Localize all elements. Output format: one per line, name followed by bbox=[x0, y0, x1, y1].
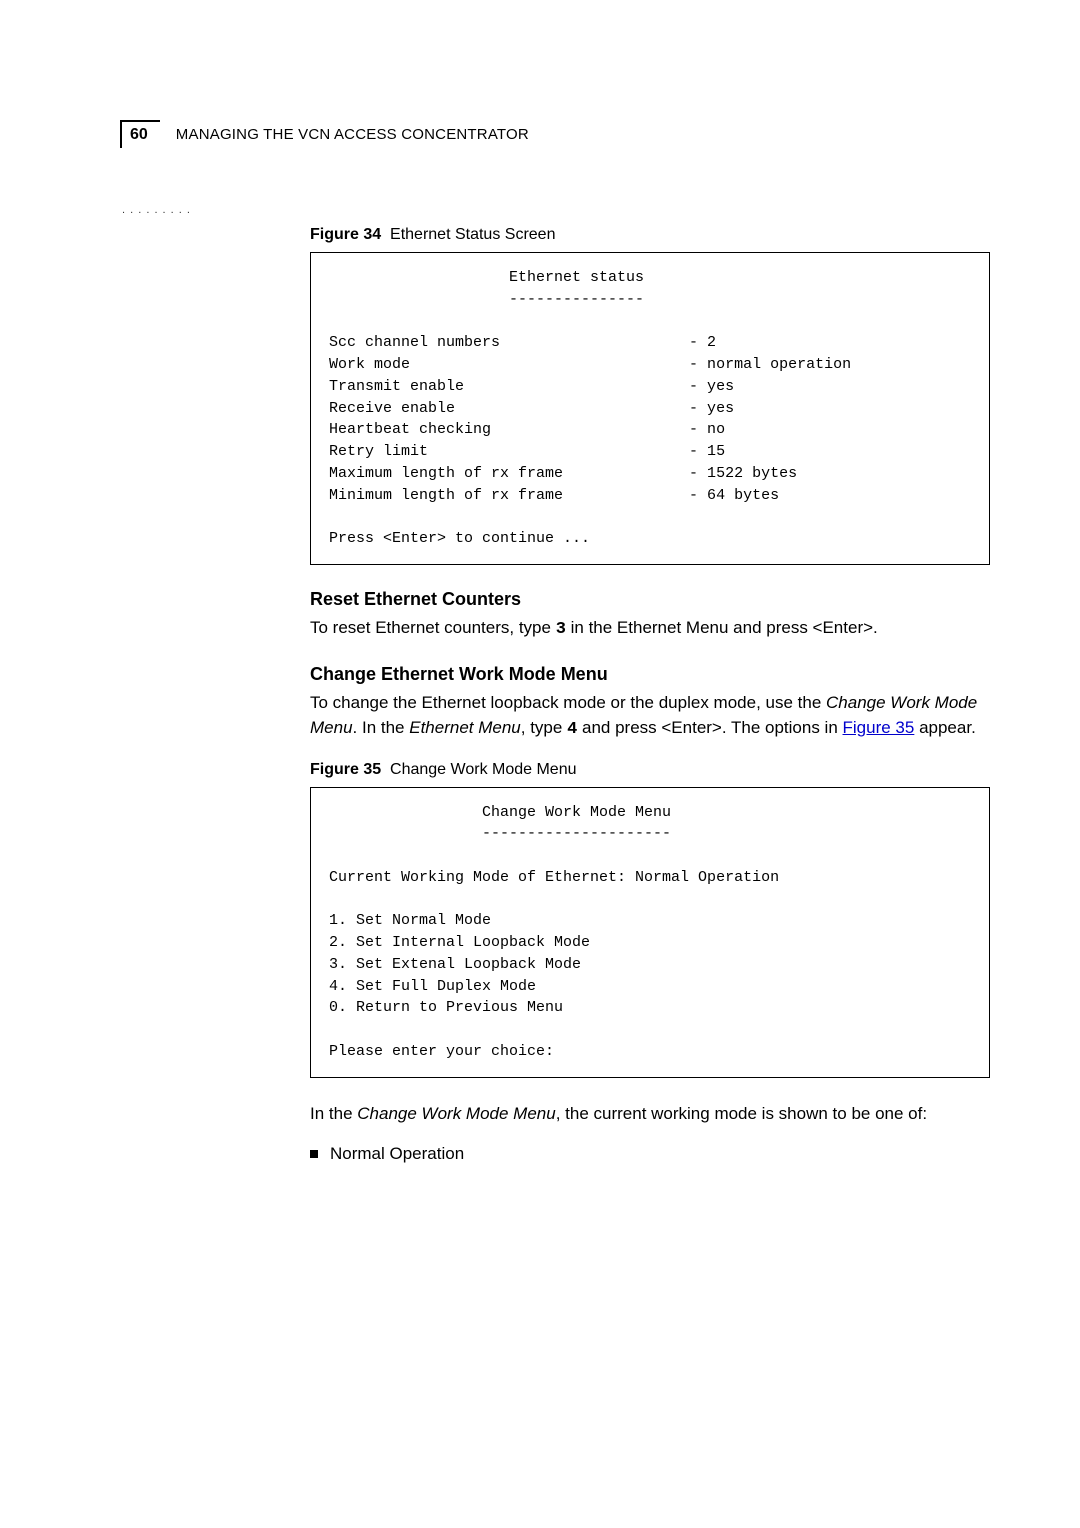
page-header: 60 MANAGING THE VCN ACCESS CONCENTRATOR … bbox=[120, 120, 990, 216]
page-number-box: 60 bbox=[120, 120, 160, 148]
figure-35-title: Change Work Mode Menu bbox=[390, 761, 576, 778]
content-column: Figure 34 Ethernet Status Screen Etherne… bbox=[310, 226, 990, 1164]
figure-34-box: Ethernet status --------------- Scc chan… bbox=[310, 252, 990, 565]
change-body: To change the Ethernet loopback mode or … bbox=[310, 691, 990, 742]
figure-34-title: Ethernet Status Screen bbox=[390, 226, 555, 243]
change-heading: Change Ethernet Work Mode Menu bbox=[310, 664, 990, 685]
header-row: 60 MANAGING THE VCN ACCESS CONCENTRATOR bbox=[120, 120, 990, 148]
figure-35-caption: Figure 35 Change Work Mode Menu bbox=[310, 761, 990, 779]
running-head: MANAGING THE VCN ACCESS CONCENTRATOR bbox=[176, 126, 529, 143]
figure-34-caption: Figure 34 Ethernet Status Screen bbox=[310, 226, 990, 244]
page-number: 60 bbox=[130, 126, 148, 143]
footer-paragraph: In the Change Work Mode Menu, the curren… bbox=[310, 1102, 990, 1127]
figure-35-link[interactable]: Figure 35 bbox=[843, 718, 915, 737]
decorative-dots: . . . . . . . . . bbox=[122, 204, 990, 216]
reset-heading: Reset Ethernet Counters bbox=[310, 589, 990, 610]
bullet-item: Normal Operation bbox=[310, 1144, 990, 1164]
figure-35-box: Change Work Mode Menu ------------------… bbox=[310, 787, 990, 1078]
bullet-text: Normal Operation bbox=[330, 1144, 464, 1164]
bullet-square-icon bbox=[310, 1150, 318, 1158]
reset-body: To reset Ethernet counters, type 3 in th… bbox=[310, 616, 990, 643]
figure-34-label: Figure 34 bbox=[310, 226, 381, 243]
page-container: 60 MANAGING THE VCN ACCESS CONCENTRATOR … bbox=[0, 0, 1080, 1224]
figure-35-label: Figure 35 bbox=[310, 761, 381, 778]
